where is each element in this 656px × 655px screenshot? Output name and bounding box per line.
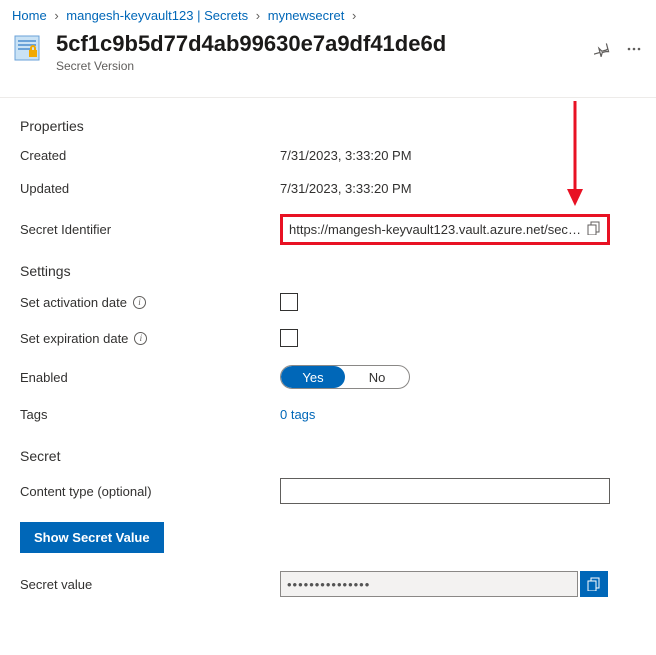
- expiration-checkbox[interactable]: [280, 329, 298, 347]
- secret-icon: [12, 33, 44, 65]
- secret-value-input: [280, 571, 578, 597]
- copy-icon[interactable]: [587, 221, 601, 238]
- breadcrumb-secret[interactable]: mynewsecret: [268, 8, 345, 23]
- secret-identifier-label: Secret Identifier: [20, 222, 280, 237]
- chevron-right-icon: ›: [256, 8, 260, 23]
- section-properties: Properties: [20, 118, 636, 134]
- annotation-arrow: [560, 101, 590, 211]
- show-secret-button[interactable]: Show Secret Value: [20, 522, 164, 553]
- info-icon[interactable]: i: [133, 296, 146, 309]
- page-header: 5cf1c9b5d77d4ab99630e7a9df41de6d Secret …: [0, 27, 656, 98]
- secret-identifier-box: https://mangesh-keyvault123.vault.azure.…: [280, 214, 610, 245]
- section-settings: Settings: [20, 263, 636, 279]
- breadcrumb: Home › mangesh-keyvault123 | Secrets › m…: [0, 0, 656, 27]
- updated-label: Updated: [20, 181, 280, 196]
- activation-label: Set activation date i: [20, 295, 280, 310]
- enabled-label: Enabled: [20, 370, 280, 385]
- toggle-yes[interactable]: Yes: [281, 366, 345, 388]
- secret-value-label: Secret value: [20, 577, 280, 592]
- chevron-right-icon: ›: [54, 8, 58, 23]
- content-type-label: Content type (optional): [20, 484, 280, 499]
- expiration-label: Set expiration date i: [20, 331, 280, 346]
- copy-secret-button[interactable]: [580, 571, 608, 597]
- page-title: 5cf1c9b5d77d4ab99630e7a9df41de6d: [56, 31, 584, 57]
- created-label: Created: [20, 148, 280, 163]
- breadcrumb-home[interactable]: Home: [12, 8, 47, 23]
- tags-label: Tags: [20, 407, 280, 422]
- more-button[interactable]: [624, 39, 644, 59]
- info-icon[interactable]: i: [134, 332, 147, 345]
- section-secret: Secret: [20, 448, 636, 464]
- pin-button[interactable]: [592, 39, 612, 59]
- breadcrumb-vault[interactable]: mangesh-keyvault123 | Secrets: [66, 8, 248, 23]
- content-type-input[interactable]: [280, 478, 610, 504]
- tags-link[interactable]: 0 tags: [280, 407, 315, 422]
- enabled-toggle[interactable]: Yes No: [280, 365, 410, 389]
- toggle-no[interactable]: No: [345, 366, 409, 388]
- page-subtitle: Secret Version: [56, 59, 584, 73]
- activation-checkbox[interactable]: [280, 293, 298, 311]
- secret-identifier-value: https://mangesh-keyvault123.vault.azure.…: [289, 222, 581, 237]
- chevron-right-icon: ›: [352, 8, 356, 23]
